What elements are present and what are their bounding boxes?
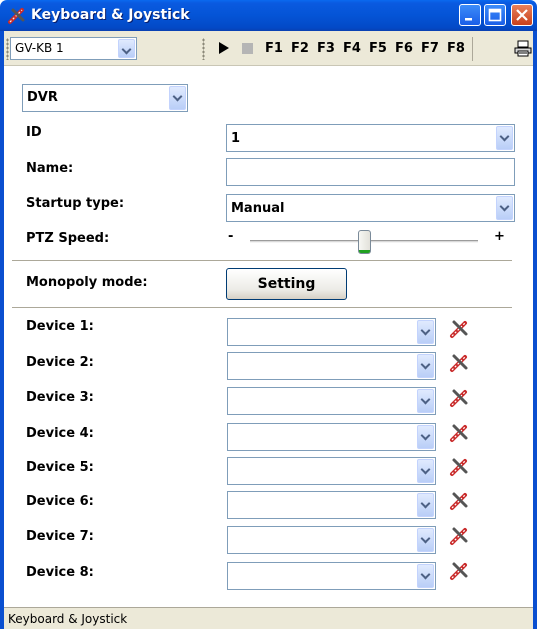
device-1-label: Device 1: <box>26 319 94 334</box>
chevron-down-icon[interactable] <box>496 126 513 150</box>
toolbar-grip[interactable] <box>6 38 9 60</box>
id-value: 1 <box>231 131 241 146</box>
device-7-select[interactable] <box>227 526 436 554</box>
device-5-label: Device 5: <box>26 460 94 475</box>
joystick-icon[interactable] <box>448 490 470 512</box>
joystick-icon[interactable] <box>448 387 470 409</box>
toolbar-grip[interactable] <box>202 38 205 60</box>
close-icon <box>516 9 528 21</box>
status-bar: Keyboard & Joystick <box>4 607 533 629</box>
maximize-icon <box>488 8 502 22</box>
joystick-icon[interactable] <box>448 318 470 340</box>
device-2-select[interactable] <box>227 352 436 380</box>
f3-key-button[interactable]: F3 <box>317 41 335 56</box>
ptz-speed-label: PTZ Speed: <box>26 231 110 246</box>
chevron-down-icon[interactable] <box>417 459 434 483</box>
device-6-select[interactable] <box>227 491 436 519</box>
device-2-label: Device 2: <box>26 355 94 370</box>
window-frame-right <box>533 31 537 629</box>
joystick-icon[interactable] <box>448 525 470 547</box>
chevron-down-icon[interactable] <box>417 354 434 378</box>
printer-icon[interactable] <box>514 40 532 57</box>
section-divider <box>12 260 512 262</box>
keyboard-select-value: GV-KB 1 <box>15 41 64 55</box>
device-type-select[interactable]: DVR <box>22 84 188 112</box>
window-title: Keyboard & Joystick <box>31 7 190 23</box>
joystick-icon[interactable] <box>448 456 470 478</box>
f2-key-button[interactable]: F2 <box>291 41 309 56</box>
maximize-button[interactable] <box>484 4 506 26</box>
monopoly-mode-label: Monopoly mode: <box>26 275 148 290</box>
device-6-label: Device 6: <box>26 494 94 509</box>
f6-key-button[interactable]: F6 <box>395 41 413 56</box>
ptz-speed-slider-thumb[interactable] <box>357 230 371 254</box>
f5-key-button[interactable]: F5 <box>369 41 387 56</box>
device-type-value: DVR <box>27 90 58 105</box>
device-4-select[interactable] <box>227 423 436 451</box>
device-8-select[interactable] <box>227 562 436 590</box>
status-text: Keyboard & Joystick <box>8 612 128 626</box>
play-icon[interactable] <box>218 41 230 55</box>
minimize-icon <box>465 18 472 21</box>
title-bar[interactable]: Keyboard & Joystick <box>0 0 537 31</box>
device-3-label: Device 3: <box>26 390 94 405</box>
f7-key-button[interactable]: F7 <box>421 41 439 56</box>
minimize-button[interactable] <box>459 4 481 26</box>
startup-type-select[interactable]: Manual <box>226 194 515 222</box>
ptz-min-label: - <box>228 229 234 244</box>
joystick-icon <box>7 6 27 26</box>
device-7-label: Device 7: <box>26 529 94 544</box>
toolbar-separator <box>472 37 473 61</box>
device-5-select[interactable] <box>227 457 436 485</box>
id-label: ID <box>26 125 42 140</box>
startup-type-value: Manual <box>231 201 285 216</box>
chevron-down-icon[interactable] <box>496 196 513 220</box>
f8-key-button[interactable]: F8 <box>447 41 465 56</box>
device-3-select[interactable] <box>227 387 436 415</box>
chevron-down-icon[interactable] <box>417 320 434 344</box>
name-field[interactable] <box>226 158 515 186</box>
stop-icon[interactable] <box>242 43 253 54</box>
chevron-down-icon[interactable] <box>417 425 434 449</box>
chevron-down-icon[interactable] <box>118 39 135 58</box>
device-1-select[interactable] <box>227 318 436 346</box>
ptz-max-label: + <box>494 229 505 244</box>
chevron-down-icon[interactable] <box>417 528 434 552</box>
startup-type-label: Startup type: <box>26 196 125 211</box>
device-8-label: Device 8: <box>26 565 94 580</box>
device-4-label: Device 4: <box>26 426 94 441</box>
toolbar: GV-KB 1 F1 F2 F3 F4 F5 F6 F7 F8 <box>4 31 533 66</box>
f1-key-button[interactable]: F1 <box>265 41 283 56</box>
id-select[interactable]: 1 <box>226 124 515 152</box>
close-button[interactable] <box>511 4 533 26</box>
name-label: Name: <box>26 161 74 176</box>
chevron-down-icon[interactable] <box>169 86 186 110</box>
joystick-icon[interactable] <box>448 560 470 582</box>
chevron-down-icon[interactable] <box>417 564 434 588</box>
setting-button[interactable]: Setting <box>226 268 347 300</box>
section-divider <box>12 307 512 309</box>
joystick-icon[interactable] <box>448 352 470 374</box>
chevron-down-icon[interactable] <box>417 389 434 413</box>
joystick-icon[interactable] <box>448 422 470 444</box>
chevron-down-icon[interactable] <box>417 493 434 517</box>
keyboard-select[interactable]: GV-KB 1 <box>10 37 137 60</box>
f4-key-button[interactable]: F4 <box>343 41 361 56</box>
